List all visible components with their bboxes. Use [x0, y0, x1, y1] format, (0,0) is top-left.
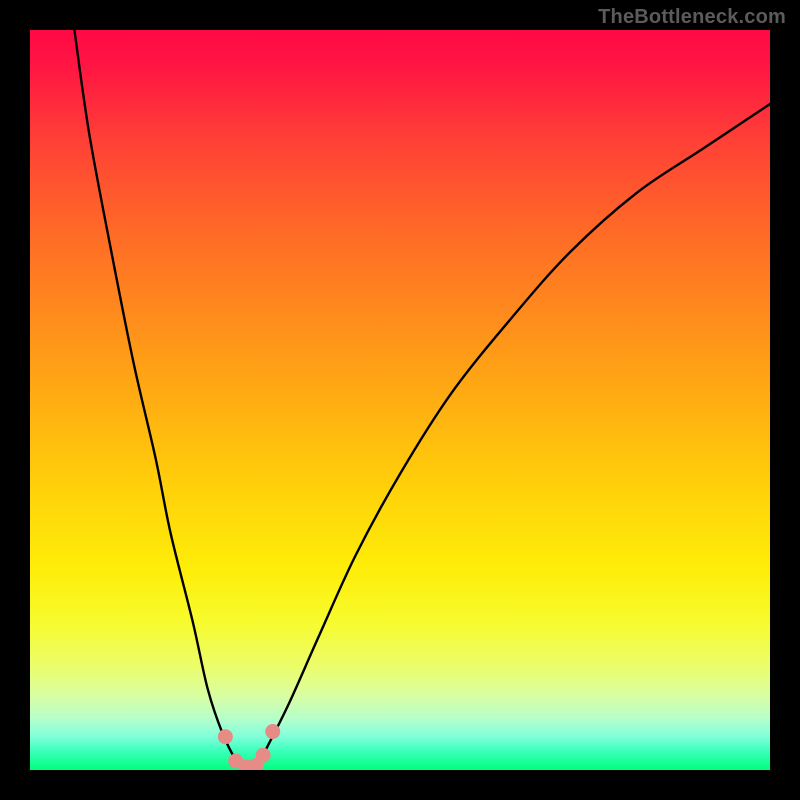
- plot-area: [30, 30, 770, 770]
- bottleneck-curve-svg: [30, 30, 770, 770]
- highlight-dot: [256, 748, 271, 763]
- highlight-dot: [218, 729, 233, 744]
- bottleneck-curve: [74, 30, 770, 770]
- highlight-markers: [218, 724, 280, 770]
- highlight-dot: [265, 724, 280, 739]
- watermark-text: TheBottleneck.com: [598, 6, 786, 29]
- chart-frame: TheBottleneck.com: [0, 0, 800, 800]
